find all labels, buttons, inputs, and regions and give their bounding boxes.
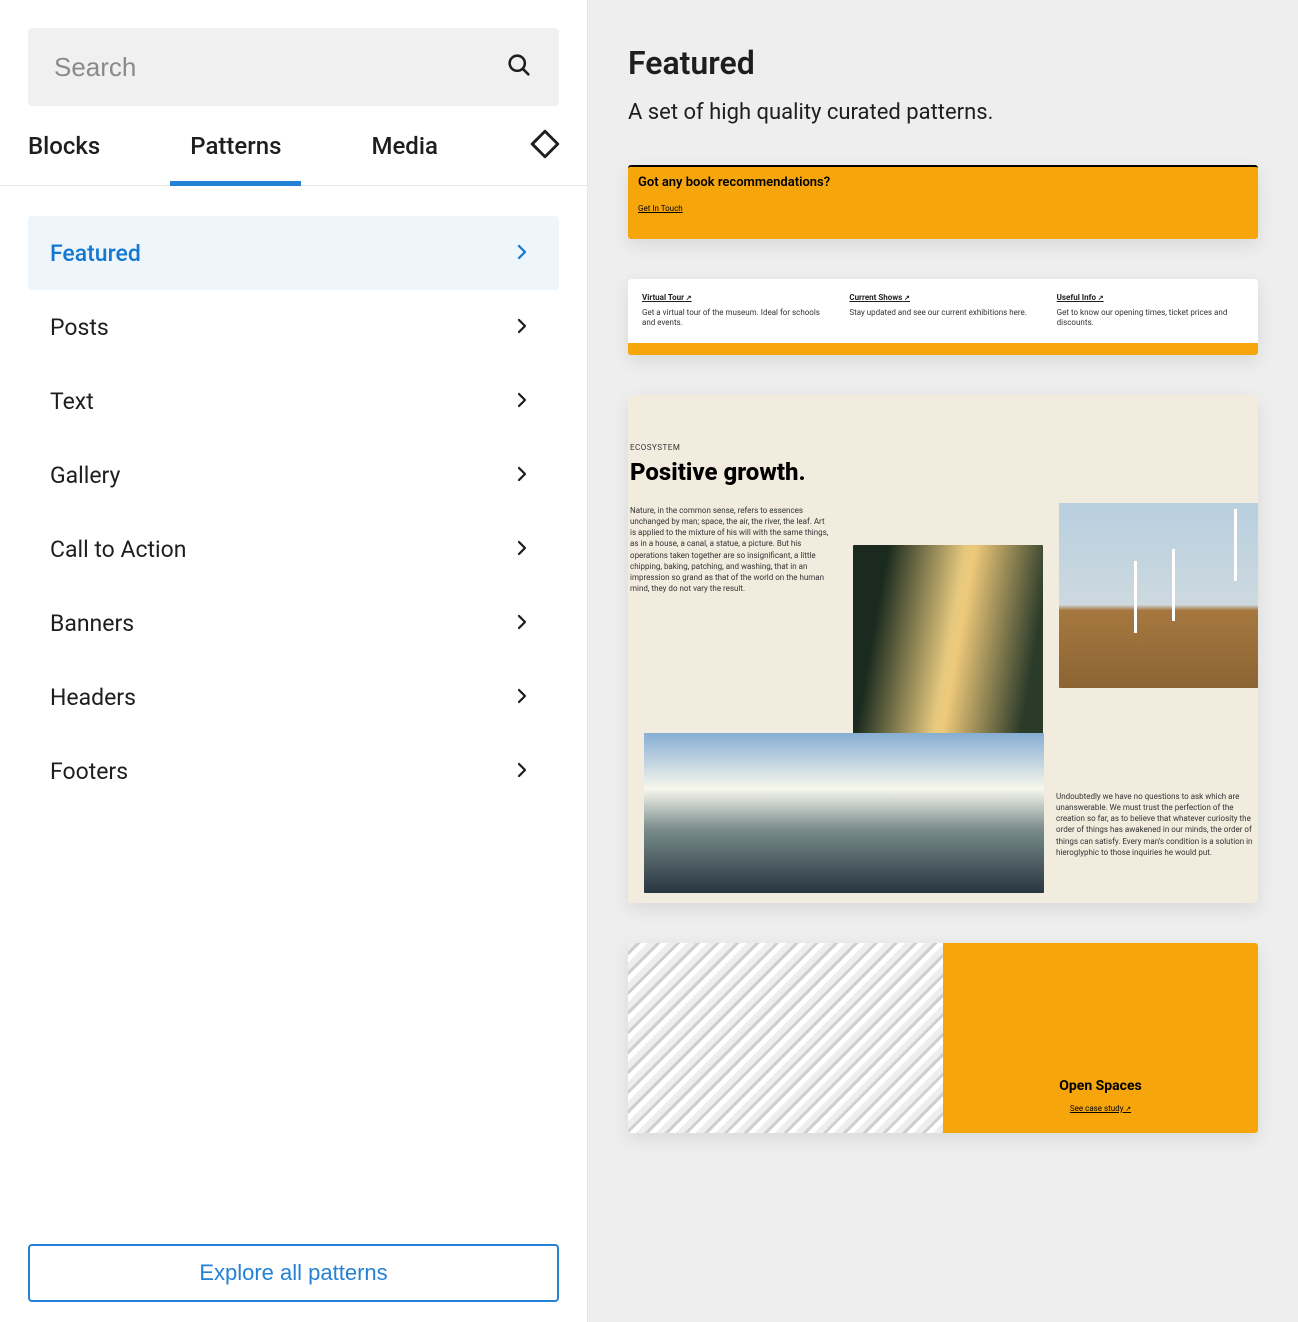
eyebrow-text: ECOSYSTEM	[630, 443, 1258, 452]
preview-subtitle: A set of high quality curated patterns.	[628, 100, 1258, 125]
body-text-2: Undoubtedly we have no questions to ask …	[1056, 791, 1256, 858]
category-label: Banners	[50, 610, 134, 637]
body-text-1: Nature, in the common sense, refers to e…	[630, 505, 830, 595]
image-coast	[644, 733, 1044, 893]
detach-icon[interactable]	[528, 127, 562, 165]
category-item-gallery[interactable]: Gallery	[28, 438, 559, 512]
chevron-right-icon	[513, 462, 531, 489]
accent-bar	[628, 343, 1258, 355]
category-label: Call to Action	[50, 536, 186, 563]
column-text: Stay updated and see our current exhibit…	[849, 308, 1036, 318]
cta-link: See case study	[1070, 1104, 1131, 1113]
category-label: Featured	[50, 240, 141, 267]
explore-container: Explore all patterns	[0, 1224, 587, 1322]
search-input[interactable]	[54, 52, 505, 83]
chevron-right-icon	[513, 684, 531, 711]
chevron-right-icon	[513, 758, 531, 785]
pattern-preview-positive-growth[interactable]: ECOSYSTEM Positive growth. Nature, in th…	[628, 395, 1258, 903]
patterns-preview-panel: Featured A set of high quality curated p…	[588, 0, 1298, 1322]
chevron-right-icon	[513, 536, 531, 563]
preview-title: Featured	[628, 44, 1258, 82]
category-label: Gallery	[50, 462, 120, 489]
category-item-headers[interactable]: Headers	[28, 660, 559, 734]
chevron-right-icon	[513, 610, 531, 637]
category-item-text[interactable]: Text	[28, 364, 559, 438]
inserter-sidebar: Blocks Patterns Media Featured Posts Text G…	[0, 0, 588, 1322]
category-list: Featured Posts Text Gallery Call to Action Ba…	[0, 186, 587, 1224]
pattern-preview-cta-banner[interactable]: Got any book recommendations? Get In Tou…	[628, 165, 1258, 239]
pattern-columns: Virtual Tour Get a virtual tour of the m…	[628, 279, 1258, 343]
pattern-preview-open-spaces[interactable]: Open Spaces See case study	[628, 943, 1258, 1133]
column-header: Virtual Tour	[642, 293, 829, 302]
chevron-right-icon	[513, 388, 531, 415]
tab-bar: Blocks Patterns Media	[0, 106, 587, 186]
pattern-link: Get In Touch	[638, 204, 1248, 213]
category-item-posts[interactable]: Posts	[28, 290, 559, 364]
headline-text: Positive growth.	[630, 458, 1258, 486]
cta-title: Open Spaces	[1059, 1078, 1141, 1094]
category-label: Footers	[50, 758, 128, 785]
column-text: Get to know our opening times, ticket pr…	[1057, 308, 1244, 329]
category-label: Posts	[50, 314, 109, 341]
category-item-banners[interactable]: Banners	[28, 586, 559, 660]
tab-media[interactable]: Media	[371, 107, 437, 185]
explore-all-patterns-button[interactable]: Explore all patterns	[28, 1244, 559, 1302]
category-item-footers[interactable]: Footers	[28, 734, 559, 808]
column-text: Get a virtual tour of the museum. Ideal …	[642, 308, 829, 329]
column-header: Current Shows	[849, 293, 1036, 302]
image-windmills	[1059, 503, 1258, 688]
category-label: Text	[50, 388, 94, 415]
image-pattern-lines	[628, 943, 943, 1133]
search-container	[0, 0, 587, 106]
pattern-preview-info-columns[interactable]: Virtual Tour Get a virtual tour of the m…	[628, 279, 1258, 355]
category-label: Headers	[50, 684, 136, 711]
chevron-right-icon	[513, 314, 531, 341]
pattern-heading: Got any book recommendations?	[638, 175, 1248, 190]
tab-blocks[interactable]: Blocks	[28, 107, 100, 185]
tab-patterns[interactable]: Patterns	[190, 107, 281, 185]
search-icon	[505, 51, 533, 83]
category-item-call-to-action[interactable]: Call to Action	[28, 512, 559, 586]
search-box[interactable]	[28, 28, 559, 106]
cta-panel: Open Spaces See case study	[943, 943, 1258, 1133]
chevron-right-icon	[513, 240, 531, 267]
category-item-featured[interactable]: Featured	[28, 216, 559, 290]
column-header: Useful Info	[1057, 293, 1244, 302]
